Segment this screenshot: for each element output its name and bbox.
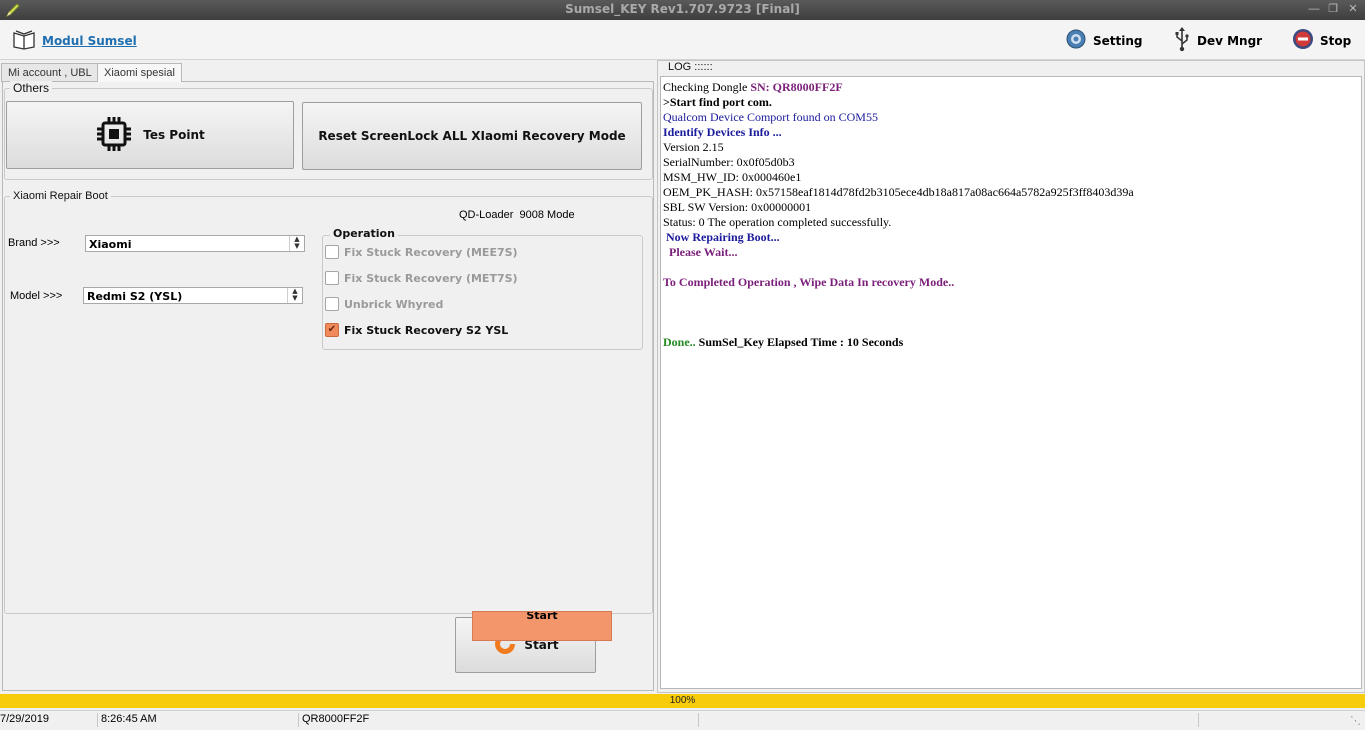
log-line: Version 2.15 <box>663 140 724 154</box>
tes-point-button[interactable]: Tes Point <box>6 101 294 169</box>
toolbar: Modul Sumsel Setting Dev Mngr Stop <box>0 20 1365 60</box>
dev-mngr-label: Dev Mngr <box>1197 33 1263 48</box>
op-label: Fix Stuck Recovery (MET7S) <box>344 271 518 285</box>
chevron-updown-icon: ▲ ▼ <box>289 236 304 251</box>
restore-icon[interactable]: ❐ <box>1325 2 1341 16</box>
log-line: Identify Devices Info ... <box>663 125 782 139</box>
log-line: Status: 0 The operation completed succes… <box>663 215 892 229</box>
stop-label: Stop <box>1320 33 1352 48</box>
log-line: Checking Dongle SN: QR8000FF2F <box>663 80 843 94</box>
log-line: To Completed Operation , Wipe Data In re… <box>663 275 955 289</box>
stop-button[interactable]: Stop <box>1292 28 1351 53</box>
reset-screenlock-label: Reset ScreenLock ALL XIaomi Recovery Mod… <box>318 129 626 143</box>
setting-button[interactable]: Setting <box>1065 28 1143 53</box>
status-divider <box>698 713 699 727</box>
log-done: Done.. <box>663 335 699 349</box>
log-line: SBL SW Version: 0x00000001 <box>663 200 812 214</box>
brand-select[interactable]: Xiaomi ▲ ▼ <box>85 235 305 252</box>
status-divider <box>97 713 98 727</box>
modul-sumsel-label: Modul Sumsel <box>42 33 137 48</box>
status-divider <box>1198 713 1199 727</box>
usb-icon <box>1173 26 1191 55</box>
progress-bar: 100% <box>0 694 1365 708</box>
status-time: 8:26:45 AM <box>101 713 157 725</box>
brand-label: Brand >>> <box>8 237 60 249</box>
model-select[interactable]: Redmi S2 (YSL) ▲ ▼ <box>83 287 303 304</box>
log-textarea[interactable]: Checking Dongle SN: QR8000FF2F >Start fi… <box>660 76 1362 689</box>
stop-icon <box>1292 28 1314 53</box>
tab-mi-account-ubl[interactable]: Mi account , UBL <box>1 63 99 82</box>
model-label: Model >>> <box>10 290 63 302</box>
qd-loader-label: QD-Loader 9008 Mode <box>459 209 575 221</box>
log-line: Please Wait... <box>663 245 738 259</box>
gear-icon <box>1065 28 1087 53</box>
op-unbrick-whyred-checkbox[interactable]: Unbrick Whyred <box>325 297 443 311</box>
start-tooltip: Start <box>472 611 612 641</box>
tab-xiaomi-spesial[interactable]: Xiaomi spesial <box>97 63 182 82</box>
log-line: Done.. SumSel_Key Elapsed Time : 10 Seco… <box>663 335 904 349</box>
resize-grip-icon[interactable]: ⋱ <box>1350 714 1361 727</box>
check-icon: ✔ <box>325 323 339 337</box>
log-line: Now Repairing Boot... <box>663 230 780 244</box>
window-title: Sumsel_KEY Rev1.707.9723 [Final] <box>565 2 800 16</box>
operation-group-title: Operation <box>330 227 398 240</box>
dev-mngr-button[interactable]: Dev Mngr <box>1173 26 1262 55</box>
status-serial: QR8000FF2F <box>302 713 370 725</box>
op-fix-s2-ysl-checkbox[interactable]: ✔ Fix Stuck Recovery S2 YSL <box>325 323 508 337</box>
checkbox-box <box>325 245 339 259</box>
start-tooltip-label: Start <box>526 611 558 622</box>
minimize-icon[interactable]: — <box>1306 2 1322 16</box>
others-group-title: Others <box>10 81 53 95</box>
status-bar: 7/29/2019 8:26:45 AM QR8000FF2F ⋱ <box>0 710 1365 730</box>
log-line: SerialNumber: 0x0f05d0b3 <box>663 155 795 169</box>
status-date: 7/29/2019 <box>0 713 49 725</box>
book-icon <box>12 28 36 53</box>
chevron-updown-icon: ▲ ▼ <box>287 288 302 303</box>
tab-label: Mi account , UBL <box>8 67 92 79</box>
op-label: Unbrick Whyred <box>344 297 444 311</box>
op-fix-mee7s-checkbox[interactable]: Fix Stuck Recovery (MEE7S) <box>325 245 518 259</box>
progress-label: 100% <box>669 695 696 706</box>
modul-sumsel-button[interactable]: Modul Sumsel <box>12 28 137 53</box>
tes-point-label: Tes Point <box>143 128 205 142</box>
status-divider <box>298 713 299 727</box>
reset-screenlock-button[interactable]: Reset ScreenLock ALL XIaomi Recovery Mod… <box>302 102 642 170</box>
tab-label: Xiaomi spesial <box>104 67 175 79</box>
checkbox-box <box>325 271 339 285</box>
setting-label: Setting <box>1093 33 1143 48</box>
title-bar[interactable]: Sumsel_KEY Rev1.707.9723 [Final] — ❐ ✕ <box>0 0 1365 20</box>
checkbox-box <box>325 297 339 311</box>
log-line: Qualcom Device Comport found on COM55 <box>663 110 878 124</box>
log-line: >Start find port com. <box>663 95 772 109</box>
op-label: Fix Stuck Recovery (MEE7S) <box>344 245 518 259</box>
op-label: Fix Stuck Recovery S2 YSL <box>344 323 509 337</box>
chip-icon <box>95 115 133 156</box>
log-line: MSM_HW_ID: 0x000460e1 <box>663 170 802 184</box>
brand-value: Xiaomi <box>89 238 132 251</box>
log-serial: SN: QR8000FF2F <box>750 80 843 94</box>
op-fix-met7s-checkbox[interactable]: Fix Stuck Recovery (MET7S) <box>325 271 518 285</box>
log-title: LOG :::::: <box>665 61 716 73</box>
close-icon[interactable]: ✕ <box>1345 2 1361 16</box>
log-line: OEM_PK_HASH: 0x57158eaf1814d78fd2b3105ec… <box>663 185 1134 199</box>
repair-boot-group-title: Xiaomi Repair Boot <box>10 190 111 202</box>
model-value: Redmi S2 (YSL) <box>87 290 183 303</box>
